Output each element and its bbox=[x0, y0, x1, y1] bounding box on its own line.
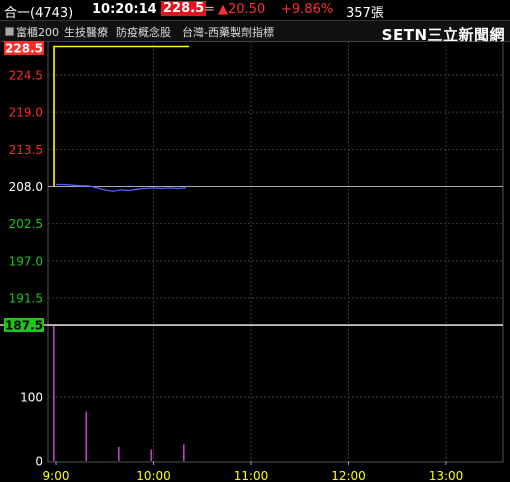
price-tick-label: 213.5 bbox=[9, 143, 43, 157]
quote-time: 10:20:14 bbox=[92, 2, 157, 17]
price-tick-label: 191.5 bbox=[9, 291, 43, 305]
plot-frame bbox=[47, 41, 504, 463]
checkbox-icon[interactable] bbox=[5, 27, 14, 36]
volume-tick-label: 100 bbox=[20, 391, 43, 405]
chart-labels: 228.5 224.5 219.0 213.5 208.0 202.5 197.0 191.5… bbox=[4, 41, 463, 482]
time-tick-label: 9:00 bbox=[43, 469, 70, 482]
sector-item-biotech[interactable]: 生技醫療 bbox=[64, 24, 108, 40]
volume-bar bbox=[183, 444, 185, 461]
volume-bar bbox=[118, 446, 120, 461]
price-tick-label: 228.5 bbox=[5, 42, 43, 56]
total-volume: 357張 bbox=[346, 6, 384, 21]
price-tick-label: 224.5 bbox=[9, 69, 43, 83]
last-price: 228.5 bbox=[161, 1, 207, 16]
volume-bar bbox=[150, 449, 153, 461]
price-tick-label: 219.0 bbox=[9, 106, 43, 120]
sector-item-otc200[interactable]: 富櫃200 bbox=[16, 24, 59, 40]
chart-grid bbox=[47, 41, 504, 465]
stock-name: 合一(4743) bbox=[4, 6, 74, 21]
price-tick-label: 187.5 bbox=[5, 319, 43, 333]
sector-item-pandemic[interactable]: 防疫概念股 bbox=[116, 24, 171, 40]
price-tick-label: 208.0 bbox=[9, 180, 43, 194]
price-line bbox=[56, 183, 187, 192]
price-change-percent: +9.86% bbox=[281, 2, 334, 17]
time-tick-label: 11:00 bbox=[234, 469, 269, 482]
limit-up-trace bbox=[53, 45, 189, 187]
price-tick-label: 202.5 bbox=[9, 217, 43, 231]
quote-header: 合一(4743) 10:20:14 228.5 = ▲20.50 +9.86% … bbox=[0, 0, 510, 21]
volume-bar bbox=[85, 411, 88, 461]
time-tick-label: 13:00 bbox=[429, 469, 464, 482]
price-tick-label: 197.0 bbox=[9, 254, 43, 268]
price-change: ▲20.50 bbox=[218, 2, 266, 17]
time-tick-label: 10:00 bbox=[136, 469, 171, 482]
sector-bar: 富櫃200 生技醫療 防疫概念股 台灣-西藥製劑指標 SETN三立新聞網 bbox=[0, 20, 510, 44]
intraday-chart: 228.5 224.5 219.0 213.5 208.0 202.5 197.0 191.5… bbox=[0, 41, 504, 482]
sector-item-pharma-index[interactable]: 台灣-西藥製劑指標 bbox=[182, 24, 274, 40]
time-tick-label: 12:00 bbox=[331, 469, 366, 482]
equals-sign: = bbox=[204, 2, 215, 17]
volume-bar bbox=[53, 326, 55, 461]
volume-tick-label: 0 bbox=[35, 455, 43, 469]
